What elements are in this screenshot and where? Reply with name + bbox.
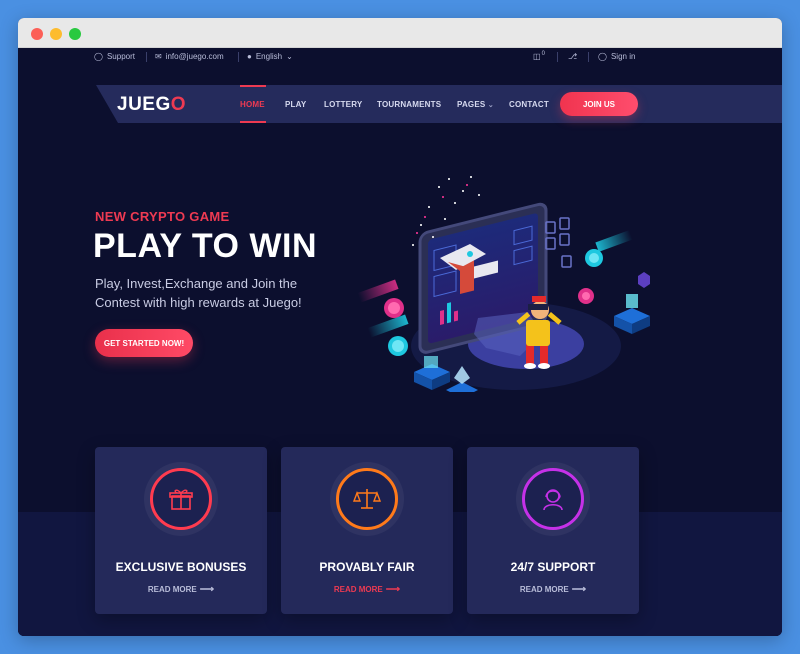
browser-window: ◯ Support ✉ info@juego.com ● English ⌄ ◫… xyxy=(18,18,782,636)
scale-icon xyxy=(353,489,381,509)
support-agent-icon xyxy=(543,489,563,511)
feature-title: PROVABLY FAIR xyxy=(319,560,415,574)
chevron-down-icon: ⌄ xyxy=(286,52,293,61)
join-us-button[interactable]: JOIN US xyxy=(560,92,638,116)
ui-panels xyxy=(545,217,572,268)
purple-gem xyxy=(638,272,650,288)
cart-count-badge: 0 xyxy=(541,51,545,57)
hero-illustration xyxy=(357,176,650,392)
get-started-button[interactable]: GET STARTED NOW! xyxy=(95,329,193,357)
gift-icon xyxy=(169,489,193,510)
window-titlebar xyxy=(18,18,782,48)
hero-subtitle: Play, Invest,Exchange and Join the Conte… xyxy=(95,276,302,310)
nav-contact[interactable]: CONTACT xyxy=(509,100,549,109)
close-window-button[interactable] xyxy=(31,28,43,40)
feature-title: 24/7 SUPPORT xyxy=(510,560,596,574)
nav-home[interactable]: HOME xyxy=(240,100,265,109)
language-label: English xyxy=(255,52,283,61)
notification-button[interactable]: ⎇ xyxy=(568,52,577,61)
minimize-window-button[interactable] xyxy=(50,28,62,40)
arrow-right-icon: ⟶ xyxy=(199,584,215,595)
nav-pages[interactable]: PAGES ⌄ xyxy=(457,100,494,109)
cart-button[interactable]: ◫ 0 xyxy=(533,51,545,61)
maximize-window-button[interactable] xyxy=(69,28,81,40)
read-more-link[interactable]: READ MORE ⟶ xyxy=(281,584,453,595)
icon-ring xyxy=(522,468,584,530)
read-more-link[interactable]: READ MORE ⟶ xyxy=(95,584,267,595)
hero-title: PLAY TO WIN xyxy=(93,227,318,265)
arrow-right-icon: ⟶ xyxy=(571,584,587,595)
divider xyxy=(588,52,589,62)
active-nav-indicator xyxy=(240,85,266,87)
read-more-label: READ MORE xyxy=(147,585,197,594)
coin-right-pink xyxy=(578,288,594,304)
icon-ring xyxy=(150,468,212,530)
language-selector[interactable]: ● English ⌄ xyxy=(247,52,293,61)
logo-text: JUEG xyxy=(117,94,171,115)
email-label: info@juego.com xyxy=(165,52,224,61)
feature-card-fair: PROVABLY FAIR READ MORE ⟶ xyxy=(281,447,453,614)
divider xyxy=(238,52,239,62)
icon-ring xyxy=(336,468,398,530)
bell-icon: ⎇ xyxy=(568,52,578,61)
nav-play[interactable]: PLAY xyxy=(285,100,306,109)
chevron-down-icon: ⌄ xyxy=(487,102,494,109)
email-link[interactable]: ✉ info@juego.com xyxy=(155,52,224,61)
arrow-right-icon: ⟶ xyxy=(385,584,401,595)
globe-icon: ● xyxy=(247,52,252,61)
active-nav-indicator xyxy=(240,121,266,123)
coin-left-cyan xyxy=(367,314,409,356)
pedestal-right xyxy=(614,294,650,334)
headset-icon: ◯ xyxy=(94,52,103,61)
website-page: ◯ Support ✉ info@juego.com ● English ⌄ ◫… xyxy=(18,48,782,636)
feature-card-support: 24/7 SUPPORT READ MORE ⟶ xyxy=(467,447,639,614)
sign-in-link[interactable]: ◯ Sign in xyxy=(598,52,635,61)
nav-lottery[interactable]: LOTTERY xyxy=(324,100,362,109)
mail-icon: ✉ xyxy=(155,52,162,61)
top-utility-bar: ◯ Support ✉ info@juego.com ● English ⌄ ◫… xyxy=(18,48,782,67)
hero-kicker: NEW CRYPTO GAME xyxy=(95,209,230,224)
divider xyxy=(146,52,147,62)
support-link[interactable]: ◯ Support xyxy=(94,52,135,61)
coin-right-cyan xyxy=(585,230,633,267)
sign-in-label: Sign in xyxy=(610,52,636,61)
user-icon: ◯ xyxy=(598,52,607,61)
logo-accent-letter: O xyxy=(170,94,187,115)
read-more-label: READ MORE xyxy=(519,585,569,594)
divider xyxy=(557,52,558,62)
cart-icon: ◫ xyxy=(533,52,541,61)
read-more-label: READ MORE xyxy=(333,585,383,594)
nav-pages-label: PAGES xyxy=(457,100,486,109)
feature-title: EXCLUSIVE BONUSES xyxy=(115,560,247,574)
feature-card-bonuses: EXCLUSIVE BONUSES READ MORE ⟶ xyxy=(95,447,267,614)
nav-tournaments[interactable]: TOURNAMENTS xyxy=(377,100,441,109)
read-more-link[interactable]: READ MORE ⟶ xyxy=(467,584,639,595)
coin-left-pink xyxy=(357,279,404,318)
support-label: Support xyxy=(106,52,135,61)
site-logo[interactable]: JUEGO xyxy=(117,94,186,116)
